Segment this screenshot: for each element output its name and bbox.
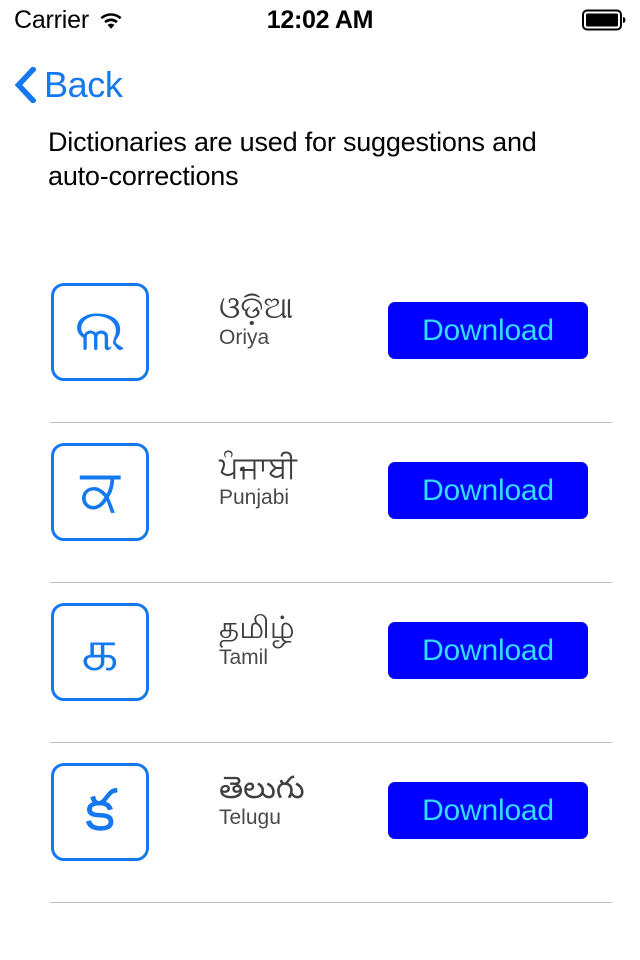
language-icon-tamil: க (51, 603, 149, 701)
language-icon-telugu: క (51, 763, 149, 861)
back-button-label: Back (44, 64, 123, 105)
language-english-name: Punjabi (219, 486, 290, 509)
list-item[interactable]: க தமிழ் Tamil Download (0, 583, 640, 743)
language-glyph: ਕ (80, 456, 120, 524)
app-screen: Carrier 12:02 AM Back Dictionaries are u… (0, 0, 640, 960)
language-names: ਪੰਜਾਬੀ Punjabi (219, 450, 384, 510)
download-button[interactable]: Download (388, 782, 588, 839)
download-button[interactable]: Download (388, 302, 588, 359)
page-description: Dictionaries are used for suggestions an… (48, 127, 537, 191)
download-button[interactable]: Download (388, 462, 588, 519)
dictionary-language-list: ଲ ଓଡ଼ିଆ Oriya Download ਕ ਪੰਜਾਬੀ Punjabi … (0, 263, 640, 903)
language-glyph: క (84, 776, 116, 844)
language-english-name: Oriya (219, 326, 270, 349)
download-button[interactable]: Download (388, 622, 588, 679)
status-bar-right (582, 9, 626, 31)
status-bar-time: 12:02 AM (266, 5, 374, 34)
language-english-name: Telugu (219, 806, 281, 829)
language-native-name: ଓଡ଼ିଆ (219, 290, 294, 326)
list-item[interactable]: ਕ ਪੰਜਾਬੀ Punjabi Download (0, 423, 640, 583)
chevron-left-icon (14, 65, 37, 105)
list-item[interactable]: ଲ ଓଡ଼ିଆ Oriya Download (0, 263, 640, 423)
language-glyph: க (81, 616, 119, 684)
language-names: ଓଡ଼ିଆ Oriya (219, 290, 384, 350)
list-item[interactable]: క తెలుగు Telugu Download (0, 743, 640, 903)
language-native-name: ਪੰਜਾਬੀ (219, 450, 297, 486)
row-separator (50, 902, 612, 903)
language-names: தமிழ் Tamil (219, 610, 384, 670)
language-native-name: தமிழ் (219, 610, 295, 646)
language-native-name: తెలుగు (219, 770, 305, 806)
language-icon-punjabi: ਕ (51, 443, 149, 541)
navigation-bar: Back (0, 58, 640, 112)
language-names: తెలుగు Telugu (219, 770, 384, 830)
status-bar: Carrier 12:02 AM (0, 0, 640, 40)
language-icon-oriya: ଲ (51, 283, 149, 381)
language-english-name: Tamil (219, 646, 269, 669)
language-glyph: ଲ (74, 296, 126, 364)
back-button[interactable]: Back (14, 58, 123, 112)
battery-full-icon (582, 9, 626, 31)
